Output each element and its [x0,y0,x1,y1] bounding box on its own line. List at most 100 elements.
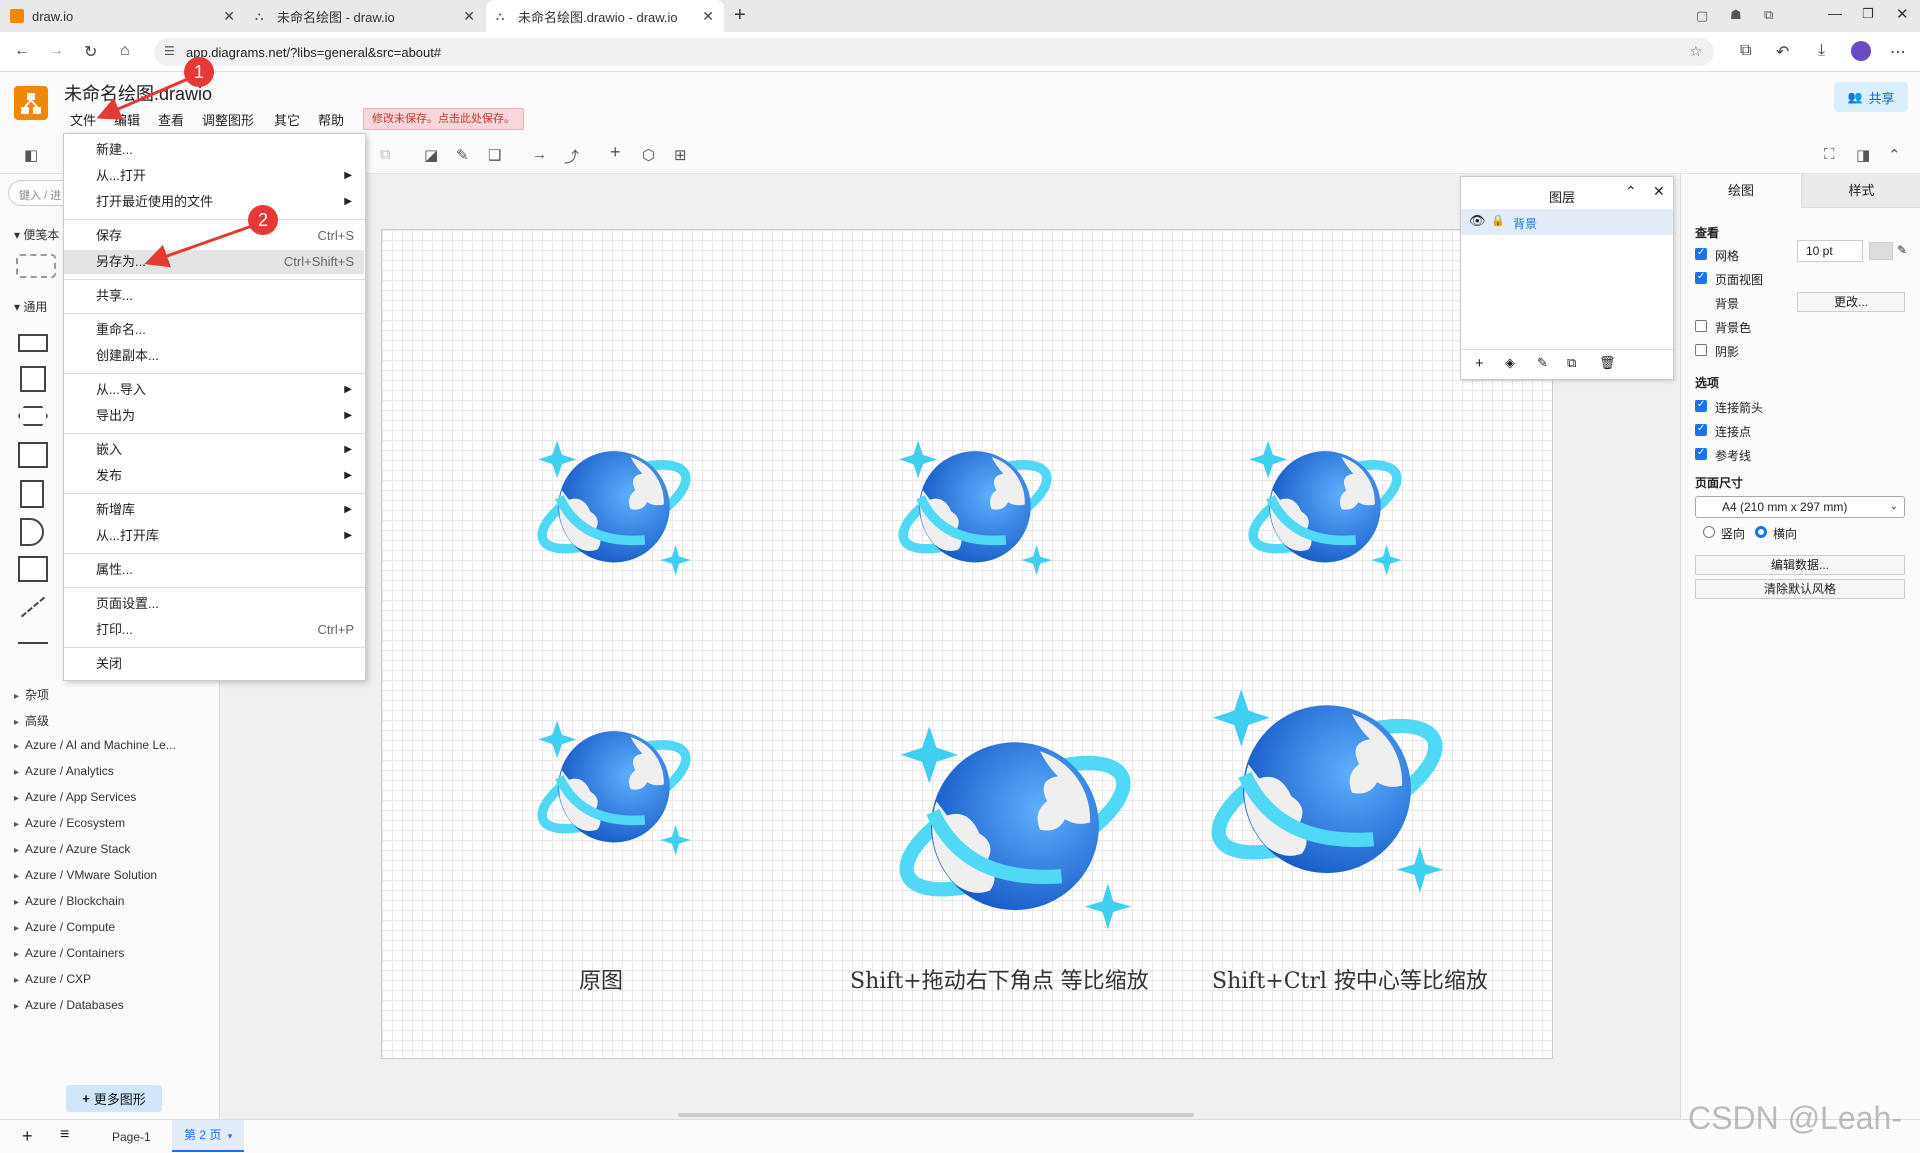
bookmark-star-icon[interactable]: ☆ [1689,43,1702,60]
grid-size-input[interactable]: 10 pt [1797,240,1863,262]
close-tab-icon[interactable]: ✕ [463,8,475,25]
caption-original[interactable]: 原图 [579,963,623,995]
page-tab[interactable]: Page-1 [112,1130,151,1144]
caption-shift-drag[interactable]: Shift+拖动右下角点 等比缩放 [850,963,1149,995]
tab-actions-icon[interactable]: ▢ [1696,8,1708,24]
section-misc[interactable]: 杂项 [14,686,49,703]
tab-style[interactable]: 样式 [1801,174,1920,208]
page-size-select[interactable]: A4 (210 mm x 297 mm) ⌄ [1695,496,1905,518]
insert-icon[interactable]: + [610,142,621,163]
history-icon[interactable]: ↶ [1776,42,1789,62]
planet-image-scaled-corner[interactable] [890,710,1140,946]
duplicate-layer-icon[interactable]: ⧉ [1567,355,1576,371]
menu-item-page-setup[interactable]: 页面设置... [64,592,364,616]
layer-name[interactable]: 背景 [1513,215,1537,232]
close-icon[interactable]: ✕ [1653,183,1665,200]
library-item[interactable]: Azure / Databases [14,998,124,1012]
menu-item-publish[interactable]: 发布 ▶ [64,464,364,488]
library-item[interactable]: Azure / Analytics [14,764,114,778]
library-item[interactable]: Azure / App Services [14,790,136,804]
edit-layer-icon[interactable]: ✎ [1537,355,1548,371]
menu-item-rename[interactable]: 重命名... [64,318,364,342]
change-background-button[interactable]: 更改... [1797,292,1905,312]
table-icon[interactable]: ⊞ [674,146,687,164]
shadow-icon[interactable]: ❑ [488,146,501,164]
planet-image-scaled-center[interactable] [1202,673,1452,909]
clear-default-style-button[interactable]: 清除默认风格 [1695,579,1905,599]
share-button[interactable]: 👥 共享 [1834,82,1908,112]
menu-item-properties[interactable]: 属性... [64,558,364,582]
library-item[interactable]: Azure / Ecosystem [14,816,125,830]
browser-tab-active[interactable]: ⛬ 未命名绘图.drawio - draw.io ✕ [486,0,724,32]
line-color-icon[interactable]: ✎ [456,146,469,164]
fullscreen-icon[interactable]: ⛶ [1824,146,1835,163]
menu-item-new-library[interactable]: 新增库 ▶ [64,498,364,522]
new-tab-icon[interactable]: + [734,4,746,27]
download-icon[interactable]: ⤓ [1818,42,1825,60]
library-item[interactable]: Azure / CXP [14,972,91,986]
pages-menu-icon[interactable]: ≡ [60,1126,69,1144]
add-layer-icon[interactable]: + [1475,355,1484,372]
list-shape[interactable] [18,556,48,582]
library-item[interactable]: Azure / AI and Machine Le... [14,738,176,752]
waypoints-icon[interactable]: ⤴ [564,146,579,167]
section-advanced[interactable]: 高级 [14,712,49,729]
collapse-icon[interactable]: ⌃ [1625,183,1637,200]
planet-image-2[interactable] [892,431,1058,585]
layer-row[interactable]: 👁 🔒 背景 [1461,209,1673,235]
pencil-icon[interactable]: ✎ [1897,243,1907,257]
close-window-icon[interactable]: ✕ [1896,5,1909,23]
profile-avatar[interactable] [1851,41,1871,61]
connection-arrows-checkbox[interactable] [1695,399,1707,412]
caption-shift-ctrl[interactable]: Shift+Ctrl 按中心等比缩放 [1212,963,1488,995]
guides-checkbox[interactable] [1695,447,1707,460]
line-shape[interactable] [18,642,48,644]
collapse-icon[interactable]: ⌃ [1888,146,1901,164]
horizontal-scrollbar[interactable] [678,1113,1194,1117]
tab-diagram[interactable]: 绘图 [1681,174,1801,208]
shapes-icon[interactable]: ⬡ [642,146,655,164]
menu-item-close[interactable]: 关闭 [64,652,364,676]
extensions-icon[interactable]: ⧉ [1764,7,1773,23]
connection-points-checkbox[interactable] [1695,423,1707,436]
menu-item-export-as[interactable]: 导出为 ▶ [64,404,364,428]
eye-icon[interactable]: 👁 [1469,213,1486,229]
delete-layer-icon[interactable]: 🗑 [1599,355,1616,371]
menu-item-make-copy[interactable]: 创建副本... [64,344,364,368]
library-item[interactable]: Azure / Compute [14,920,115,934]
menu-item-import-from[interactable]: 从...导入 ▶ [64,378,364,402]
table-shape[interactable] [18,442,48,468]
grid-checkbox[interactable] [1695,247,1707,260]
menu-item-print[interactable]: 打印... Ctrl+P [64,618,364,642]
minimize-icon[interactable]: — [1828,5,1842,21]
square-shape[interactable] [20,366,46,392]
library-item[interactable]: Azure / Azure Stack [14,842,130,856]
library-item[interactable]: Azure / Containers [14,946,124,960]
more-shapes-button[interactable]: + 更多图形 [66,1085,162,1112]
menu-item-open-library[interactable]: 从...打开库 ▶ [64,524,364,548]
more-menu-icon[interactable]: ⋯ [1890,42,1906,62]
menu-item-embed[interactable]: 嵌入 ▶ [64,438,364,462]
format-panel-icon[interactable]: ◨ [1856,146,1870,164]
delay-shape[interactable] [20,518,44,546]
hexagon-shape[interactable] [18,406,48,426]
planet-image-1[interactable] [531,431,697,585]
library-item[interactable]: Azure / VMware Solution [14,868,157,882]
portrait-radio[interactable] [1703,526,1715,538]
page-view-checkbox[interactable] [1695,271,1707,284]
restore-icon[interactable]: ❐ [1862,6,1874,22]
fill-color-icon[interactable]: ◪ [424,146,438,164]
library-item[interactable]: Azure / Blockchain [14,894,124,908]
dashed-line-shape[interactable] [20,596,46,618]
lock-icon[interactable]: 🔒 [1491,214,1505,227]
rectangle-shape[interactable] [18,334,48,352]
landscape-radio[interactable] [1755,526,1767,538]
document-shape[interactable] [20,480,44,508]
collections-icon[interactable]: ⧉ [1740,42,1751,60]
grid-color-swatch[interactable] [1869,242,1893,260]
edit-data-button[interactable]: 编辑数据... [1695,555,1905,575]
planet-image-3[interactable] [1242,431,1408,585]
workspaces-icon[interactable]: ☗ [1730,7,1742,23]
add-page-icon[interactable]: + [22,1126,33,1147]
background-color-checkbox[interactable] [1695,320,1707,332]
